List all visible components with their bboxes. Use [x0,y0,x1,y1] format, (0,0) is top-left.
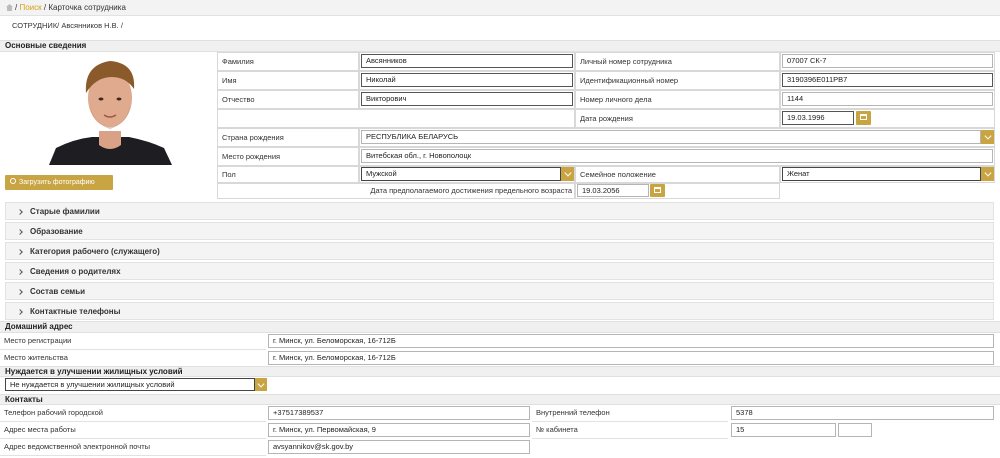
chevron-right-icon [17,269,23,275]
name-input[interactable]: Николай [361,73,573,87]
office-no-label: № кабинета [532,422,728,439]
birth-place-input[interactable]: Витебская обл., г. Новополоцк [361,149,993,163]
work-address-input[interactable]: г. Минск, ул. Первомайская, 9 [268,423,530,437]
reg-address-input[interactable]: г. Минск, ул. Беломорская, 16-712Б [268,334,994,348]
top-bar [0,0,1000,16]
patronymic-label: Отчество [217,90,359,109]
office-no-input[interactable]: 15 [731,423,836,437]
breadcrumb: / Поиск / Карточка сотрудника [6,3,126,12]
accordion-family[interactable]: Состав семьи [5,282,994,300]
live-address-label: Место жительства [0,350,266,367]
chevron-down-icon[interactable] [255,378,267,391]
retire-date-input[interactable]: 19.03.2056 [577,184,649,197]
chevron-down-icon[interactable] [981,167,994,181]
gender-select[interactable]: Мужской [361,167,561,181]
page-subtitle: СОТРУДНИК/ Авсянников Н.В. / [12,21,123,30]
name-label: Имя [217,71,359,90]
work-phone-label: Телефон рабочий городской [0,405,266,422]
file-no-input[interactable]: 1144 [782,92,993,106]
id-no-label: Идентификационный номер [575,71,780,90]
email-label: Адрес ведомственной электронной почты [0,439,266,456]
employee-photo [4,53,216,165]
accordion-old-surnames[interactable]: Старые фамилии [5,202,994,220]
accordion-worker-category[interactable]: Категория рабочего (служащего) [5,242,994,260]
calendar-icon[interactable] [650,184,665,197]
id-no-input[interactable]: 3190396E011PB7 [782,73,993,87]
chevron-right-icon [17,289,23,295]
breadcrumb-link-search[interactable]: Поиск [19,3,41,12]
chevron-right-icon [17,249,23,255]
work-address-label: Адрес места работы [0,422,266,439]
chevron-right-icon [17,209,23,215]
chevron-down-icon[interactable] [981,130,994,144]
accordion-parents[interactable]: Сведения о родителях [5,262,994,280]
patronymic-input[interactable]: Викторович [361,92,573,106]
personal-no-label: Личный номер сотрудника [575,52,780,71]
email-input[interactable]: avsyannikov@sk.gov.by [268,440,530,454]
surname-input[interactable]: Авсянников [361,54,573,68]
birth-date-input[interactable]: 19.03.1996 [782,111,854,125]
personal-no-input[interactable]: 07007 СК-7 [782,54,993,68]
section-title-basic: Основные сведения [0,40,1000,52]
internal-phone-input[interactable]: 5378 [731,406,994,420]
birth-date-label: Дата рождения [575,109,780,128]
search-icon [10,178,16,184]
chevron-right-icon [17,229,23,235]
marital-select[interactable]: Женат [782,167,981,181]
internal-phone-label: Внутренний телефон [532,405,728,422]
accordion-phones[interactable]: Контактные телефоны [5,302,994,320]
surname-label: Фамилия [217,52,359,71]
work-phone-input[interactable]: +37517389537 [268,406,530,420]
chevron-down-icon[interactable] [561,167,574,181]
reg-address-label: Место регистрации [0,333,266,350]
birth-country-label: Страна рождения [217,128,359,147]
section-title-contacts: Контакты [0,394,1000,405]
retire-date-label: Дата предполагаемого достижения предельн… [370,186,572,195]
file-no-label: Номер личного дела [575,90,780,109]
section-title-address: Домашний адрес [0,321,1000,333]
upload-photo-button[interactable]: Загрузить фотографию [5,175,113,190]
birth-place-label: Место рождения [217,147,359,166]
chevron-right-icon [17,309,23,315]
calendar-icon[interactable] [856,111,871,125]
housing-select[interactable]: Не нуждается в улучшении жилищных услови… [5,378,255,391]
marital-label: Семейное положение [575,166,780,183]
section-title-housing: Нуждается в улучшении жилищных условий [0,366,1000,377]
birth-country-select[interactable]: РЕСПУБЛИКА БЕЛАРУСЬ [361,130,981,144]
home-icon[interactable] [6,4,13,11]
office-extra-input[interactable] [838,423,872,437]
live-address-input[interactable]: г. Минск, ул. Беломорская, 16-712Б [268,351,994,365]
accordion-education[interactable]: Образование [5,222,994,240]
gender-label: Пол [217,166,359,183]
breadcrumb-current: Карточка сотрудника [48,3,126,12]
